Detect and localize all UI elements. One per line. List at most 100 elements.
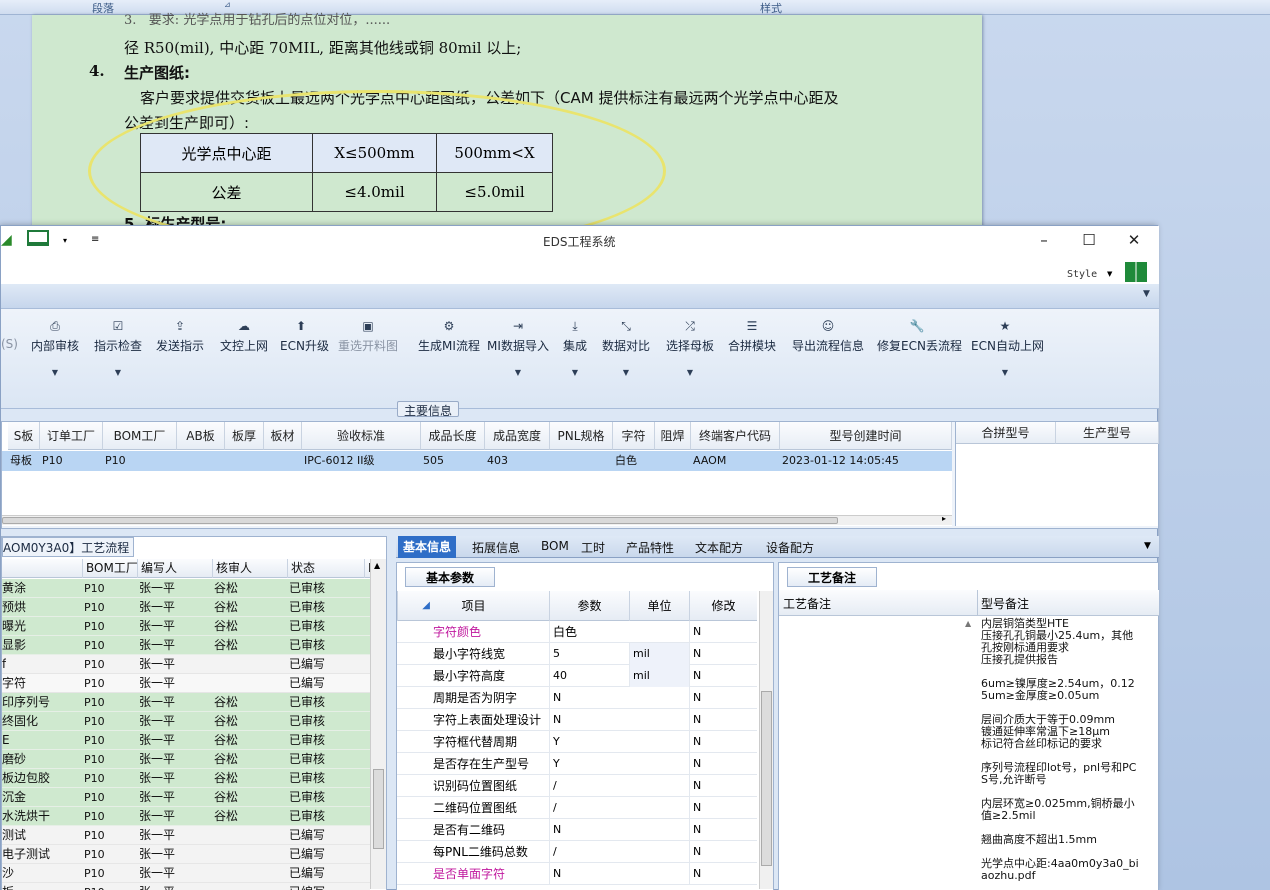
param-value[interactable]: N bbox=[549, 819, 629, 841]
toolbar-button-15[interactable]: ★ ECN自动上网 ▼ bbox=[971, 319, 1044, 377]
tab-5[interactable]: 产品特性 bbox=[626, 539, 674, 556]
param-row[interactable]: 是否存在生产型号 Y N bbox=[397, 753, 757, 775]
dropdown-arrow-icon[interactable]: ▼ bbox=[487, 368, 549, 377]
dropdown-arrow-icon[interactable]: ▼ bbox=[665, 368, 715, 377]
scroll-thumb[interactable] bbox=[761, 691, 772, 866]
list-item[interactable]: 曝光 P10 张一平 谷松 已审核 bbox=[2, 617, 370, 636]
scroll-up-icon[interactable]: ▲ bbox=[374, 561, 380, 570]
tab-1[interactable]: 基本信息 bbox=[398, 536, 457, 558]
toolbar-button-9[interactable]: ⤓ 集成 ▼ bbox=[562, 319, 588, 377]
param-value[interactable]: 5 bbox=[549, 643, 629, 665]
column-header[interactable]: 成品长度 bbox=[421, 422, 485, 450]
tab-3[interactable]: BOM bbox=[541, 539, 569, 553]
list-item[interactable]: 预烘 P10 张一平 谷松 已审核 bbox=[2, 598, 370, 617]
list-item[interactable]: 黄涂 P10 张一平 谷松 已审核 bbox=[2, 579, 370, 598]
param-row[interactable]: 最小字符高度 40 mil N bbox=[397, 665, 757, 687]
monitor-icon[interactable] bbox=[27, 230, 49, 246]
toolbar-button-6[interactable]: ▣ 重选开料图 bbox=[337, 319, 399, 354]
style-selector[interactable]: Style bbox=[1067, 269, 1097, 280]
toolbar-button-11[interactable]: ⤮ 选择母板 ▼ bbox=[665, 319, 715, 377]
param-value[interactable]: Y bbox=[549, 731, 629, 753]
column-header[interactable]: 终端客户代码 bbox=[691, 422, 780, 450]
column-header[interactable]: 参数 bbox=[549, 591, 629, 621]
vertical-scrollbar[interactable] bbox=[759, 591, 773, 889]
column-header[interactable]: S板 bbox=[8, 422, 40, 450]
column-header[interactable]: AB板 bbox=[177, 422, 225, 450]
maximize-icon[interactable]: ☐ bbox=[1078, 231, 1100, 251]
list-item[interactable]: 沉金 P10 张一平 谷松 已审核 bbox=[2, 788, 370, 807]
list-item[interactable]: 显影 P10 张一平 谷松 已审核 bbox=[2, 636, 370, 655]
tab-6[interactable]: 文本配方 bbox=[695, 539, 743, 556]
param-value[interactable]: N bbox=[549, 709, 629, 731]
column-header[interactable]: 订单工厂 bbox=[40, 422, 103, 450]
toolbar-button-4[interactable]: ☁ 文控上网 bbox=[219, 319, 269, 354]
param-value[interactable]: N bbox=[549, 863, 629, 885]
column-header[interactable]: 板材 bbox=[264, 422, 302, 450]
column-header[interactable]: 阻焊 bbox=[655, 422, 691, 450]
tab-2[interactable]: 拓展信息 bbox=[472, 539, 520, 556]
column-header[interactable]: 成品宽度 bbox=[485, 422, 550, 450]
horizontal-scrollbar[interactable]: ▸ bbox=[2, 514, 952, 525]
param-value[interactable]: / bbox=[549, 797, 629, 819]
param-row[interactable]: 二维码位置图纸 / N bbox=[397, 797, 757, 819]
toolbar-button-10[interactable]: ⤡ 数据对比 ▼ bbox=[601, 319, 651, 377]
param-row[interactable]: 字符颜色 白色 N bbox=[397, 621, 757, 643]
column-header[interactable]: 单位 bbox=[629, 591, 689, 621]
param-value[interactable]: / bbox=[549, 841, 629, 863]
dropdown-arrow-icon[interactable]: ▼ bbox=[971, 368, 1039, 377]
param-value[interactable]: 白色 bbox=[549, 621, 629, 643]
close-icon[interactable]: ✕ bbox=[1123, 231, 1145, 251]
process-notes-tab[interactable]: 工艺备注 bbox=[787, 567, 877, 587]
list-item[interactable]: 印序列号 P10 张一平 谷松 已审核 bbox=[2, 693, 370, 712]
toolbar-button-7[interactable]: ⚙ 生成MI流程 bbox=[413, 319, 485, 354]
param-row[interactable]: 是否有二维码 N N bbox=[397, 819, 757, 841]
list-item[interactable]: 字符 P10 张一平 已编写 bbox=[2, 674, 370, 693]
scroll-up-icon[interactable]: ▲ bbox=[965, 619, 971, 628]
param-row[interactable]: 最小字符线宽 5 mil N bbox=[397, 643, 757, 665]
list-item[interactable]: 测试 P10 张一平 已编写 bbox=[2, 826, 370, 845]
list-item[interactable]: 终固化 P10 张一平 谷松 已审核 bbox=[2, 712, 370, 731]
column-header[interactable]: 修改 bbox=[689, 591, 757, 621]
scroll-thumb[interactable] bbox=[373, 769, 384, 849]
dropdown-arrow-icon[interactable]: ▼ bbox=[562, 368, 588, 377]
param-row[interactable]: 周期是否为阴字 N N bbox=[397, 687, 757, 709]
column-header[interactable]: 验收标准 bbox=[302, 422, 421, 450]
dropdown-arrow-icon[interactable]: ▼ bbox=[29, 368, 81, 377]
column-header[interactable]: 状态 bbox=[287, 559, 364, 578]
toolbar-button-3[interactable]: ⇪ 发送指示 bbox=[155, 319, 205, 354]
list-item[interactable]: 板边包胶 P10 张一平 谷松 已审核 bbox=[2, 769, 370, 788]
vertical-scrollbar[interactable]: ▲ bbox=[370, 559, 386, 889]
ribbon-collapse-icon[interactable]: ▼ bbox=[1143, 289, 1150, 299]
toolbar-button-1[interactable]: ⎙ 内部审核 ▼ bbox=[29, 319, 81, 377]
param-row[interactable]: 字符框代替周期 Y N bbox=[397, 731, 757, 753]
tab-7[interactable]: 设备配方 bbox=[766, 539, 814, 556]
qat-dropdown-icon[interactable]: ▾ bbox=[63, 236, 67, 245]
toolbar-button-12[interactable]: ☰ 合拼模块 bbox=[728, 319, 776, 354]
column-header[interactable]: 合拼型号 bbox=[956, 422, 1056, 444]
param-row[interactable]: 识别码位置图纸 / N bbox=[397, 775, 757, 797]
list-item[interactable]: 板 P10 张一平 已编写 bbox=[2, 883, 370, 890]
list-item[interactable]: 磨砂 P10 张一平 谷松 已审核 bbox=[2, 750, 370, 769]
dialog-launcher-icon[interactable]: ⊿ bbox=[224, 0, 231, 9]
basic-params-tab[interactable]: 基本参数 bbox=[405, 567, 495, 587]
param-row[interactable]: 字符上表面处理设计 N N bbox=[397, 709, 757, 731]
list-item[interactable]: 水洗烘干 P10 张一平 谷松 已审核 bbox=[2, 807, 370, 826]
param-row[interactable]: 每PNL二维码总数 / N bbox=[397, 841, 757, 863]
style-dropdown-icon[interactable]: ▼ bbox=[1107, 270, 1112, 278]
column-header[interactable]: PNL规格 bbox=[550, 422, 613, 450]
toolbar-button-13[interactable]: ☺ 导出流程信息 bbox=[791, 319, 865, 354]
dropdown-arrow-icon[interactable]: ▼ bbox=[93, 368, 143, 377]
param-value[interactable]: / bbox=[549, 775, 629, 797]
column-header[interactable]: 编写人 bbox=[137, 559, 212, 578]
process-flow-tab[interactable]: AOM0Y3A0】工艺流程 bbox=[2, 537, 135, 557]
column-header[interactable]: 核审人 bbox=[212, 559, 287, 578]
column-header[interactable]: 项目 bbox=[397, 591, 549, 621]
toolbar-button-14[interactable]: 🔧 修复ECN丢流程 bbox=[877, 319, 962, 354]
tabs-dropdown-icon[interactable]: ▼ bbox=[1144, 541, 1151, 551]
param-value[interactable]: 40 bbox=[549, 665, 629, 687]
list-item[interactable]: 电子测试 P10 张一平 已编写 bbox=[2, 845, 370, 864]
tab-4[interactable]: 工时 bbox=[581, 539, 605, 556]
column-header[interactable]: 板厚 bbox=[225, 422, 264, 450]
column-header[interactable]: BOM工厂 bbox=[82, 559, 137, 578]
column-header[interactable]: 型号创建时间 bbox=[780, 422, 952, 450]
